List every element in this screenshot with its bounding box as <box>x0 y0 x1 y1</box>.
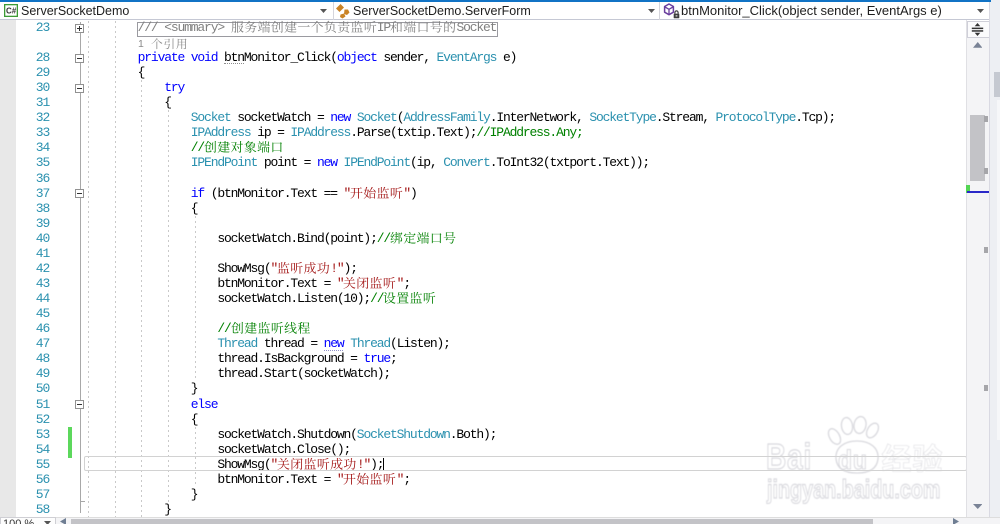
svg-text:C#: C# <box>6 7 17 16</box>
